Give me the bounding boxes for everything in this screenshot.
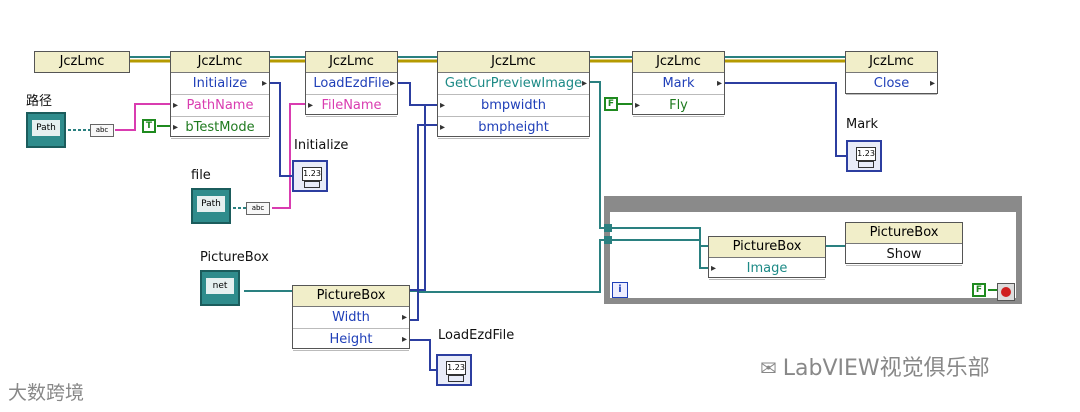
- picturebox-show-node[interactable]: PictureBox Show: [845, 222, 963, 266]
- loop-tunnel: [604, 224, 612, 232]
- node-header: JczLmc: [633, 52, 724, 73]
- indicator-value: 1.23: [302, 167, 322, 181]
- loadezdfile-indicator-label: LoadEzdFile: [438, 328, 515, 343]
- constructor-label: JczLmc: [59, 54, 105, 69]
- node-title: JczLmc: [329, 54, 374, 69]
- jczlmc-preview-node[interactable]: JczLmc GetCurPreviewImage bmpwidth bmphe…: [437, 51, 590, 139]
- initialize-indicator-label: Initialize: [294, 138, 349, 153]
- param-filename[interactable]: FileName: [306, 95, 397, 117]
- node-header: PictureBox: [709, 237, 825, 258]
- indicator-value: 1.23: [446, 361, 466, 375]
- jczlmc-initialize-node[interactable]: JczLmc Initialize PathName bTestMode: [170, 51, 270, 139]
- method-loadezdfile[interactable]: LoadEzdFile: [306, 73, 397, 95]
- indicator-type: [858, 161, 874, 168]
- property-width[interactable]: Width: [293, 307, 409, 329]
- node-header: JczLmc: [846, 52, 937, 73]
- watermark-right: ✉ LabVIEW视觉俱乐部: [760, 350, 990, 382]
- mark-indicator-label: Mark: [846, 117, 879, 132]
- param-pathname[interactable]: PathName: [171, 95, 269, 117]
- file-control-inner: Path: [197, 196, 225, 212]
- node-title: PictureBox: [732, 239, 802, 254]
- method-initialize[interactable]: Initialize: [171, 73, 269, 95]
- path-to-string-converter: abc: [90, 124, 114, 137]
- watermark-left-text: 大数跨境: [8, 382, 85, 404]
- indicator-value: 1.23: [856, 147, 876, 161]
- property-height[interactable]: Height: [293, 329, 409, 351]
- loadezdfile-indicator[interactable]: 1.23: [436, 354, 472, 386]
- path-label: 路径: [26, 94, 53, 109]
- file-to-string-converter: abc: [246, 202, 270, 215]
- picturebox-control[interactable]: net: [200, 270, 240, 306]
- jczlmc-close-node[interactable]: JczLmc Close: [845, 51, 938, 95]
- file-control[interactable]: Path: [191, 188, 231, 224]
- node-title: JczLmc: [491, 54, 536, 69]
- picturebox-label: PictureBox: [200, 250, 269, 265]
- param-bmpheight[interactable]: bmpheight: [438, 117, 589, 139]
- indicator-type: [448, 375, 464, 382]
- watermark-right-text: LabVIEW视觉俱乐部: [782, 356, 990, 381]
- method-show[interactable]: Show: [846, 244, 962, 266]
- stop-constant[interactable]: F: [972, 283, 986, 297]
- node-header: JczLmc: [306, 52, 397, 73]
- node-title: PictureBox: [869, 225, 939, 240]
- picturebox-image-node[interactable]: PictureBox Image: [708, 236, 826, 280]
- node-title: JczLmc: [197, 54, 243, 69]
- jczlmc-loadezdfile-node[interactable]: JczLmc LoadEzdFile FileName: [305, 51, 398, 117]
- test-mode-constant[interactable]: T: [142, 119, 156, 133]
- loop-condition-terminal[interactable]: [997, 283, 1015, 301]
- method-getcurpreviewimage[interactable]: GetCurPreviewImage: [438, 73, 589, 95]
- node-header: JczLmc: [35, 52, 129, 72]
- file-label: file: [191, 168, 211, 183]
- picturebox-control-inner: net: [206, 278, 234, 294]
- indicator-type: [304, 181, 320, 188]
- node-header: PictureBox: [846, 223, 962, 244]
- initialize-indicator[interactable]: 1.23: [292, 160, 328, 192]
- method-close[interactable]: Close: [846, 73, 937, 95]
- param-fly[interactable]: Fly: [633, 95, 724, 117]
- fly-constant[interactable]: F: [604, 97, 618, 111]
- node-title: JczLmc: [656, 54, 701, 69]
- mark-indicator[interactable]: 1.23: [846, 140, 882, 172]
- wechat-icon: ✉: [760, 356, 777, 380]
- node-title: PictureBox: [316, 288, 386, 303]
- property-image[interactable]: Image: [709, 258, 825, 280]
- watermark-left: 大数跨境: [8, 378, 84, 405]
- loop-tunnel: [604, 236, 612, 244]
- iteration-terminal: i: [612, 282, 628, 298]
- jczlmc-mark-node[interactable]: JczLmc Mark Fly: [632, 51, 725, 117]
- node-title: JczLmc: [869, 54, 914, 69]
- method-mark[interactable]: Mark: [633, 73, 724, 95]
- jczlmc-constructor-node[interactable]: JczLmc: [34, 51, 130, 73]
- path-control[interactable]: Path: [26, 112, 66, 148]
- param-btestmode[interactable]: bTestMode: [171, 117, 269, 139]
- path-control-inner: Path: [32, 120, 60, 136]
- node-header: PictureBox: [293, 286, 409, 307]
- node-header: JczLmc: [438, 52, 589, 73]
- picturebox-property-node[interactable]: PictureBox Width Height: [292, 285, 410, 351]
- node-header: JczLmc: [171, 52, 269, 73]
- param-bmpwidth[interactable]: bmpwidth: [438, 95, 589, 117]
